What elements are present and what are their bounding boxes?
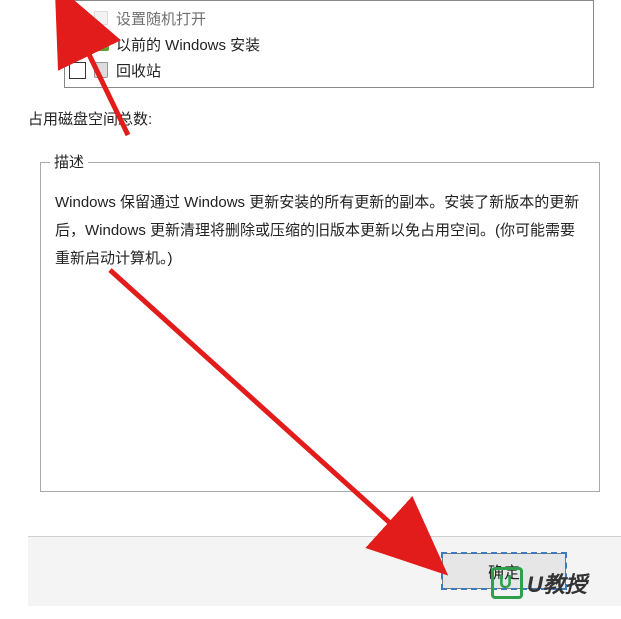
list-item[interactable]: 以前的 Windows 安装 [65, 31, 593, 57]
watermark: U教授 [491, 558, 621, 608]
generic-icon [92, 9, 110, 27]
checkbox-checked[interactable] [69, 36, 86, 53]
cleanup-items-list: 设置随机打开 以前的 Windows 安装 回收站 [64, 0, 594, 88]
disk-cleanup-dialog: 设置随机打开 以前的 Windows 安装 回收站 占用磁盘空间总数: 描述 W… [28, 0, 621, 492]
list-item[interactable]: 设置随机打开 [65, 5, 593, 31]
list-item-label: 以前的 Windows 安装 [116, 34, 260, 55]
description-box: Windows 保留通过 Windows 更新安装的所有更新的副本。安装了新版本… [40, 162, 600, 492]
list-item-label: 回收站 [116, 60, 161, 81]
total-space-label: 占用磁盘空间总数: [28, 108, 621, 129]
list-item[interactable]: 回收站 [65, 57, 593, 83]
checkbox[interactable] [69, 62, 86, 79]
checkbox[interactable] [69, 10, 86, 27]
recycle-bin-icon [92, 61, 110, 79]
windows-install-icon [92, 35, 110, 53]
list-item-label: 设置随机打开 [116, 8, 206, 29]
description-heading: 描述 [50, 151, 88, 172]
watermark-text: U教授 [527, 567, 587, 599]
watermark-icon [491, 567, 523, 599]
description-text: Windows 保留通过 Windows 更新安装的所有更新的副本。安装了新版本… [55, 194, 579, 267]
